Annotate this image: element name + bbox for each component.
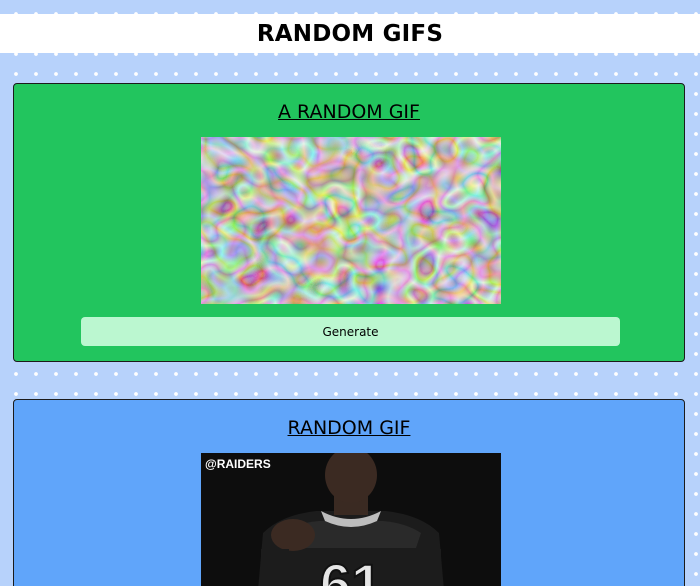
raiders-gif-card: RANDOM GIF @RAIDERS 61: [13, 399, 685, 586]
psychedelic-swirl-image: [201, 137, 501, 304]
random-gif-card: A RANDOM GIF Generate: [13, 83, 685, 362]
svg-text:61: 61: [320, 552, 382, 586]
player-figure: 61: [201, 453, 501, 586]
generate-button[interactable]: Generate: [81, 317, 620, 346]
top-strip: [0, 0, 700, 14]
raiders-gif-image: @RAIDERS 61: [201, 453, 501, 586]
random-gif-image: [201, 137, 501, 304]
card-title: A RANDOM GIF: [278, 101, 420, 123]
page-header: RANDOM GIFS: [0, 14, 700, 53]
card-title: RANDOM GIF: [287, 417, 411, 439]
gif-watermark: @RAIDERS: [205, 457, 271, 471]
page-title: RANDOM GIFS: [256, 20, 444, 47]
